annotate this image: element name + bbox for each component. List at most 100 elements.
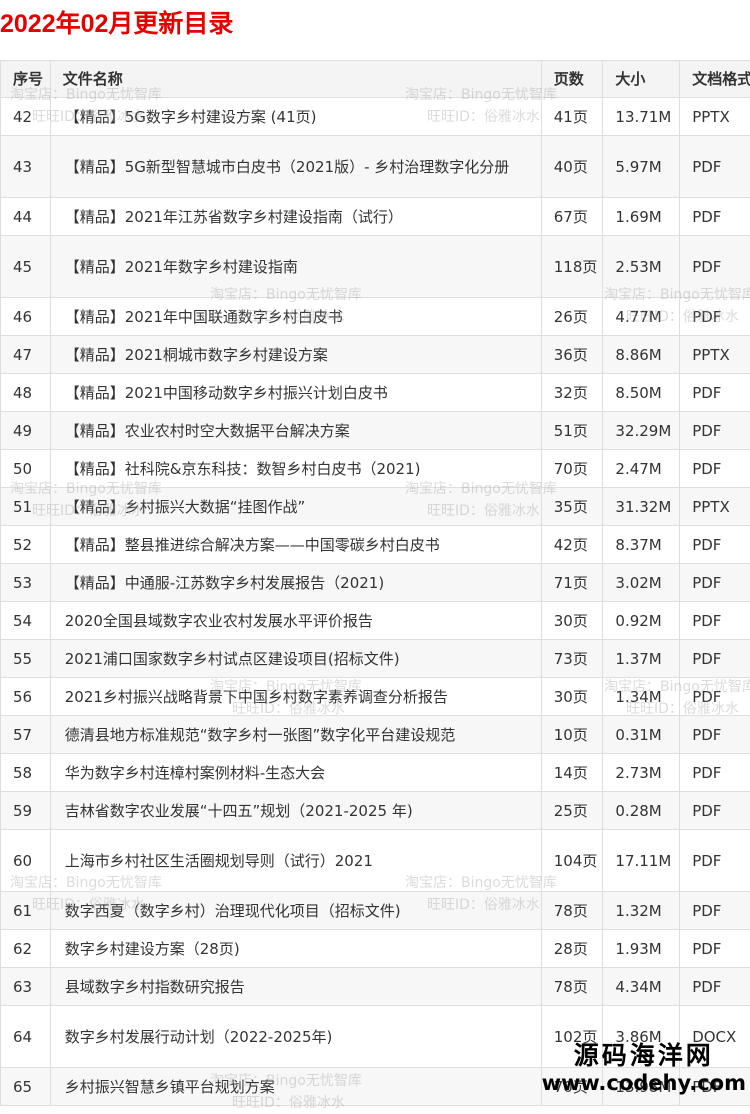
cell-no: 51 [1,488,51,526]
cell-size: 31.32M [603,488,680,526]
cell-format: PDF [680,792,750,830]
cell-size: 1.37M [603,640,680,678]
cell-file-name: 【精品】2021年江苏省数字乡村建设指南（试行） [50,198,541,236]
cell-file-name: 【精品】农业农村时空大数据平台解决方案 [50,412,541,450]
cell-pages: 36页 [541,336,603,374]
cell-no: 44 [1,198,51,236]
table-row: 58华为数字乡村连樟村案例材料-生态大会14页2.73MPDF [1,754,750,792]
table-row: 60上海市乡村社区生活圈规划导则（试行）2021104页17.11MPDF [1,830,750,892]
cell-pages: 67页 [541,198,603,236]
cell-file-name: 数字乡村建设方案（28页) [50,930,541,968]
cell-no: 50 [1,450,51,488]
cell-no: 52 [1,526,51,564]
cell-size: 8.50M [603,374,680,412]
cell-size: 4.77M [603,298,680,336]
cell-format: PDF [680,930,750,968]
cell-format: PPTX [680,336,750,374]
cell-file-name: 2020全国县域数字农业农村发展水平评价报告 [50,602,541,640]
cell-size: 2.47M [603,450,680,488]
cell-format: PDF [680,236,750,298]
cell-pages: 73页 [541,640,603,678]
cell-no: 64 [1,1006,51,1068]
cell-file-name: 【精品】乡村振兴大数据“挂图作战” [50,488,541,526]
cell-size: 5.97M [603,136,680,198]
cell-file-name: 县域数字乡村指数研究报告 [50,968,541,1006]
table-row: 51【精品】乡村振兴大数据“挂图作战”35页31.32MPPTX [1,488,750,526]
table-header-row: 序号 文件名称 页数 大小 文档格式 [1,61,750,98]
table-row: 52【精品】整县推进综合解决方案——中国零碳乡村白皮书42页8.37MPDF [1,526,750,564]
table-row: 542020全国县域数字农业农村发展水平评价报告30页0.92MPDF [1,602,750,640]
cell-size: 8.37M [603,526,680,564]
cell-no: 48 [1,374,51,412]
cell-size: 3.02M [603,564,680,602]
cell-file-name: 数字乡村发展行动计划（2022-2025年) [50,1006,541,1068]
cell-size: 17.11M [603,830,680,892]
cell-format: PDF [680,564,750,602]
page-title: 2022年02月更新目录 [0,4,233,40]
cell-size: 0.92M [603,602,680,640]
cell-no: 54 [1,602,51,640]
cell-pages: 78页 [541,968,603,1006]
table-row: 44【精品】2021年江苏省数字乡村建设指南（试行）67页1.69MPDF [1,198,750,236]
cell-format: PDF [680,412,750,450]
cell-file-name: 【精品】中通服-江苏数字乡村发展报告（2021) [50,564,541,602]
cell-format: PDF [680,526,750,564]
cell-format: PPTX [680,488,750,526]
cell-format: PDF [680,450,750,488]
cell-pages: 32页 [541,374,603,412]
cell-no: 47 [1,336,51,374]
column-header-no: 序号 [1,61,51,98]
cell-file-name: 【精品】2021年数字乡村建设指南 [50,236,541,298]
cell-no: 57 [1,716,51,754]
table-row: 42【精品】5G数字乡村建设方案 (41页)41页13.71MPPTX [1,98,750,136]
cell-pages: 30页 [541,602,603,640]
cell-file-name: 上海市乡村社区生活圈规划导则（试行）2021 [50,830,541,892]
table-row: 50【精品】社科院&京东科技：数智乡村白皮书（2021)70页2.47MPDF [1,450,750,488]
cell-size: 1.34M [603,678,680,716]
cell-no: 46 [1,298,51,336]
cell-pages: 30页 [541,678,603,716]
site-watermark: 源码海洋网 www.codehy.com [542,1042,746,1095]
cell-no: 56 [1,678,51,716]
column-header-pages: 页数 [541,61,603,98]
column-header-format: 文档格式 [680,61,750,98]
cell-format: PDF [680,198,750,236]
cell-pages: 104页 [541,830,603,892]
site-watermark-url: www.codehy.com [542,1071,746,1095]
cell-file-name: 【精品】5G数字乡村建设方案 (41页) [50,98,541,136]
table-row: 43【精品】5G新型智慧城市白皮书（2021版）- 乡村治理数字化分册40页5.… [1,136,750,198]
cell-size: 1.32M [603,892,680,930]
table-row: 62数字乡村建设方案（28页)28页1.93MPDF [1,930,750,968]
cell-file-name: 【精品】2021年中国联通数字乡村白皮书 [50,298,541,336]
site-watermark-name: 源码海洋网 [542,1042,746,1071]
cell-size: 1.69M [603,198,680,236]
cell-format: PDF [680,678,750,716]
cell-file-name: 【精品】整县推进综合解决方案——中国零碳乡村白皮书 [50,526,541,564]
cell-file-name: 华为数字乡村连樟村案例材料-生态大会 [50,754,541,792]
cell-pages: 25页 [541,792,603,830]
table-row: 45【精品】2021年数字乡村建设指南118页2.53MPDF [1,236,750,298]
cell-format: PDF [680,968,750,1006]
cell-format: PDF [680,830,750,892]
cell-no: 55 [1,640,51,678]
cell-file-name: 吉林省数字农业发展“十四五”规划（2021-2025 年) [50,792,541,830]
table-row: 49【精品】农业农村时空大数据平台解决方案51页32.29MPDF [1,412,750,450]
cell-pages: 71页 [541,564,603,602]
cell-file-name: 【精品】社科院&京东科技：数智乡村白皮书（2021) [50,450,541,488]
cell-size: 2.73M [603,754,680,792]
column-header-size: 大小 [603,61,680,98]
cell-file-name: 【精品】2021桐城市数字乡村建设方案 [50,336,541,374]
cell-pages: 26页 [541,298,603,336]
cell-no: 45 [1,236,51,298]
cell-size: 32.29M [603,412,680,450]
cell-pages: 118页 [541,236,603,298]
cell-file-name: 【精品】5G新型智慧城市白皮书（2021版）- 乡村治理数字化分册 [50,136,541,198]
table-row: 61数字西夏（数字乡村）治理现代化项目（招标文件)78页1.32MPDF [1,892,750,930]
cell-format: PDF [680,136,750,198]
column-header-name: 文件名称 [50,61,541,98]
cell-pages: 35页 [541,488,603,526]
table-row: 552021浦口国家数字乡村试点区建设项目(招标文件)73页1.37MPDF [1,640,750,678]
cell-format: PDF [680,892,750,930]
cell-pages: 14页 [541,754,603,792]
cell-format: PDF [680,716,750,754]
